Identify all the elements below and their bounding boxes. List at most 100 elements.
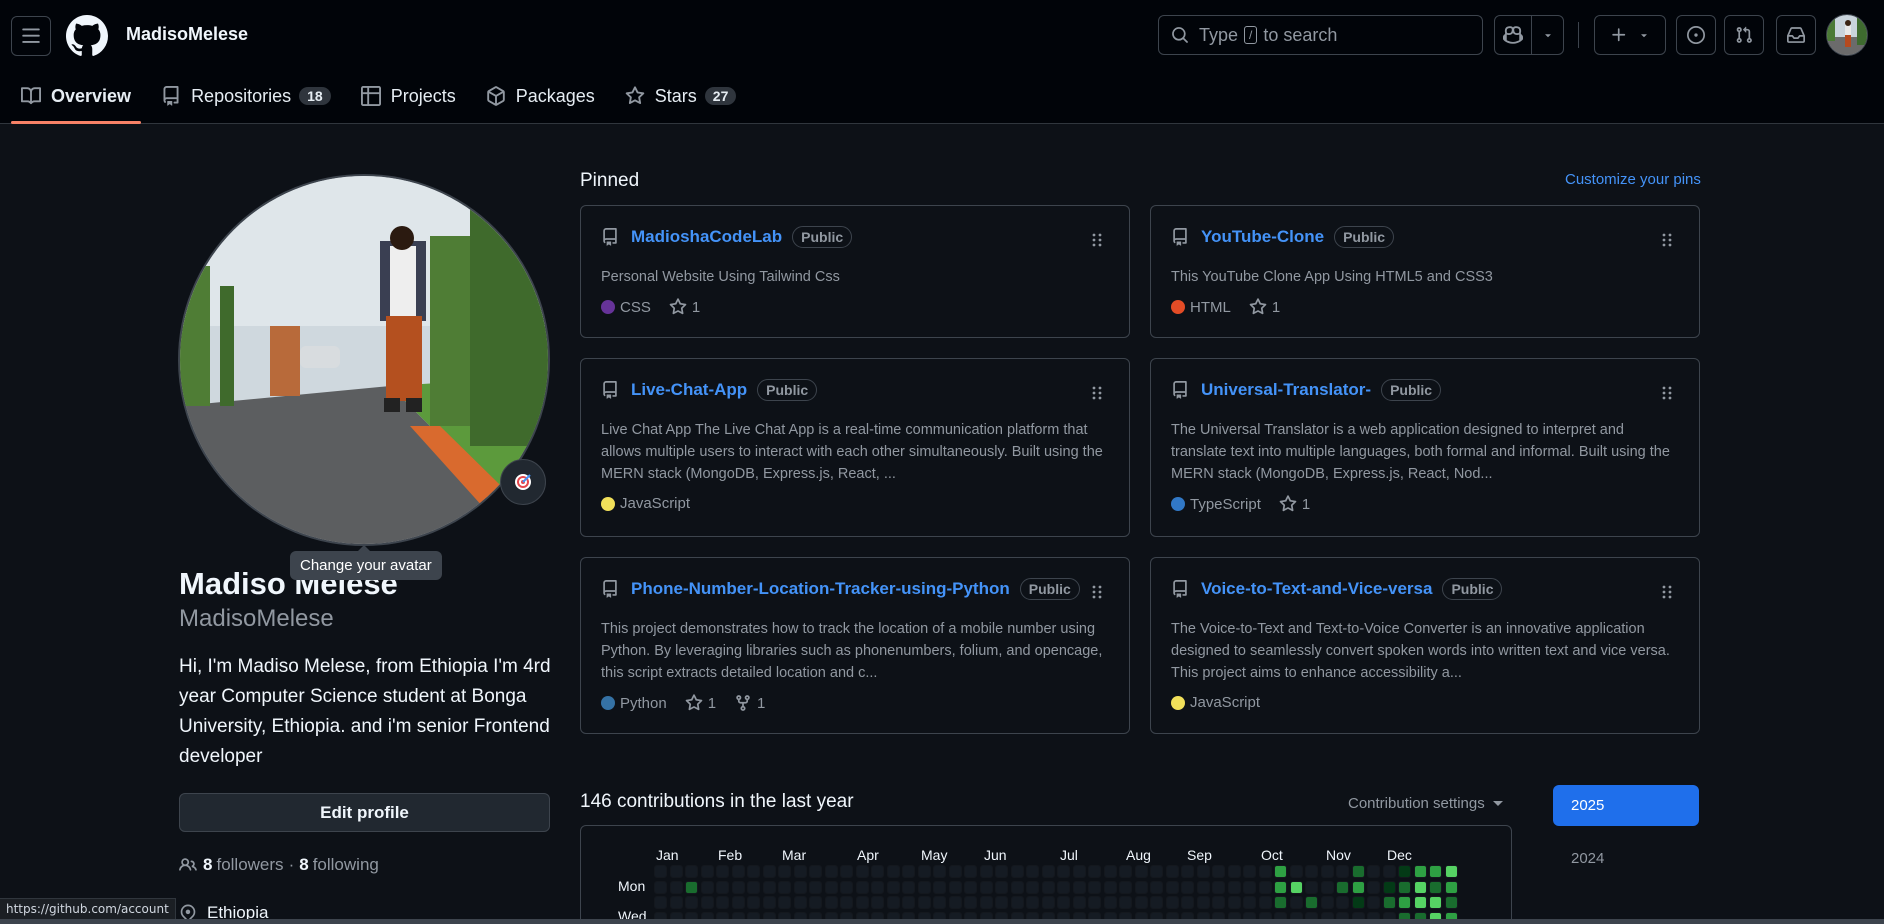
contribution-day[interactable] — [1259, 881, 1271, 893]
contribution-day[interactable] — [1259, 897, 1271, 908]
contribution-day[interactable] — [1089, 866, 1100, 877]
github-logo-icon[interactable] — [66, 15, 108, 57]
contribution-day[interactable] — [825, 866, 837, 877]
contribution-day[interactable] — [701, 897, 713, 908]
tab-packages[interactable]: Packages — [476, 80, 605, 112]
contribution-day[interactable] — [1042, 881, 1054, 893]
contribution-day[interactable] — [1414, 897, 1426, 908]
contribution-day[interactable] — [1306, 866, 1317, 877]
contribution-day[interactable] — [1120, 881, 1131, 893]
followers-count[interactable]: 8 — [203, 855, 212, 875]
contribution-day[interactable] — [1151, 881, 1162, 893]
contribution-day[interactable] — [1197, 866, 1209, 877]
repo-stars-link[interactable]: 1 — [1249, 298, 1280, 316]
contribution-day[interactable] — [949, 897, 961, 908]
contribution-day[interactable] — [1368, 881, 1379, 893]
contribution-day[interactable] — [1089, 881, 1100, 893]
contribution-day[interactable] — [1244, 897, 1255, 908]
contribution-day[interactable] — [1368, 897, 1379, 908]
contribution-day[interactable] — [1383, 897, 1395, 908]
contribution-day[interactable] — [1244, 881, 1255, 893]
contribution-day[interactable] — [980, 897, 992, 908]
contribution-day[interactable] — [934, 881, 945, 893]
set-status-button[interactable] — [500, 459, 546, 505]
contribution-day[interactable] — [1011, 866, 1023, 877]
contribution-day[interactable] — [717, 897, 728, 908]
contribution-day[interactable] — [980, 881, 992, 893]
inbox-button[interactable] — [1776, 15, 1816, 55]
contribution-day[interactable] — [810, 897, 821, 908]
following-link[interactable]: following — [313, 855, 379, 875]
contribution-day[interactable] — [1166, 866, 1178, 877]
contribution-day[interactable] — [1120, 897, 1131, 908]
tab-repositories[interactable]: Repositories 18 — [151, 80, 341, 112]
contribution-day[interactable] — [887, 866, 899, 877]
contribution-day[interactable] — [1290, 881, 1302, 893]
contribution-day[interactable] — [763, 866, 775, 877]
contribution-day[interactable] — [701, 866, 713, 877]
contribution-day[interactable] — [794, 866, 806, 877]
contribution-day[interactable] — [1259, 866, 1271, 877]
contribution-day[interactable] — [732, 881, 744, 893]
contribution-day[interactable] — [1135, 881, 1147, 893]
contribution-day[interactable] — [1275, 881, 1286, 893]
contribution-day[interactable] — [1399, 881, 1410, 893]
contribution-day[interactable] — [1275, 866, 1286, 877]
contribution-day[interactable] — [887, 897, 899, 908]
contribution-day[interactable] — [1151, 897, 1162, 908]
repo-stars-link[interactable]: 1 — [685, 694, 716, 712]
contribution-day[interactable] — [1352, 897, 1364, 908]
contribution-day[interactable] — [1399, 866, 1410, 877]
contribution-day[interactable] — [1352, 881, 1364, 893]
contribution-day[interactable] — [1182, 897, 1193, 908]
contribution-day[interactable] — [1104, 881, 1116, 893]
contribution-day[interactable] — [1042, 897, 1054, 908]
contribution-day[interactable] — [1337, 881, 1348, 893]
contribution-day[interactable] — [1213, 897, 1224, 908]
contribution-day[interactable] — [1275, 897, 1286, 908]
year-2025-button[interactable]: 2025 — [1553, 785, 1699, 826]
contribution-day[interactable] — [1383, 866, 1395, 877]
contribution-day[interactable] — [1089, 897, 1100, 908]
contribution-day[interactable] — [1445, 866, 1457, 877]
horizontal-scrollbar[interactable] — [0, 919, 1884, 924]
contribution-day[interactable] — [856, 897, 868, 908]
contribution-day[interactable] — [686, 866, 697, 877]
contribution-day[interactable] — [794, 897, 806, 908]
contribution-day[interactable] — [1011, 897, 1023, 908]
contribution-day[interactable] — [1166, 897, 1178, 908]
contribution-day[interactable] — [732, 897, 744, 908]
contribution-day[interactable] — [841, 897, 852, 908]
tab-overview[interactable]: Overview — [11, 80, 142, 124]
repo-name-link[interactable]: Phone-Number-Location-Tracker-using-Pyth… — [631, 579, 1010, 599]
contribution-day[interactable] — [841, 866, 852, 877]
pull-requests-button[interactable] — [1724, 15, 1764, 55]
drag-handle-icon[interactable] — [1091, 232, 1103, 248]
contribution-day[interactable] — [1011, 881, 1023, 893]
contribution-day[interactable] — [1135, 866, 1147, 877]
repo-forks-link[interactable]: 1 — [734, 694, 765, 712]
drag-handle-icon[interactable] — [1661, 232, 1673, 248]
contribution-day[interactable] — [810, 881, 821, 893]
contribution-day[interactable] — [717, 866, 728, 877]
contribution-day[interactable] — [732, 866, 744, 877]
contribution-day[interactable] — [918, 866, 930, 877]
contribution-day[interactable] — [1120, 866, 1131, 877]
contribution-day[interactable] — [872, 866, 883, 877]
chevron-down-icon[interactable] — [1542, 29, 1554, 41]
contribution-day[interactable] — [903, 881, 914, 893]
contribution-day[interactable] — [1306, 897, 1317, 908]
contribution-day[interactable] — [655, 897, 666, 908]
contribution-day[interactable] — [1445, 897, 1457, 908]
contribution-day[interactable] — [934, 866, 945, 877]
contribution-day[interactable] — [686, 897, 697, 908]
contribution-day[interactable] — [779, 881, 790, 893]
contribution-day[interactable] — [701, 881, 713, 893]
contribution-day[interactable] — [1228, 897, 1240, 908]
contribution-day[interactable] — [1228, 881, 1240, 893]
contribution-day[interactable] — [1073, 897, 1085, 908]
repo-name-link[interactable]: Live-Chat-App — [631, 380, 747, 400]
search-input[interactable]: Type / to search — [1158, 15, 1483, 55]
contribution-day[interactable] — [872, 897, 883, 908]
drag-handle-icon[interactable] — [1661, 584, 1673, 600]
